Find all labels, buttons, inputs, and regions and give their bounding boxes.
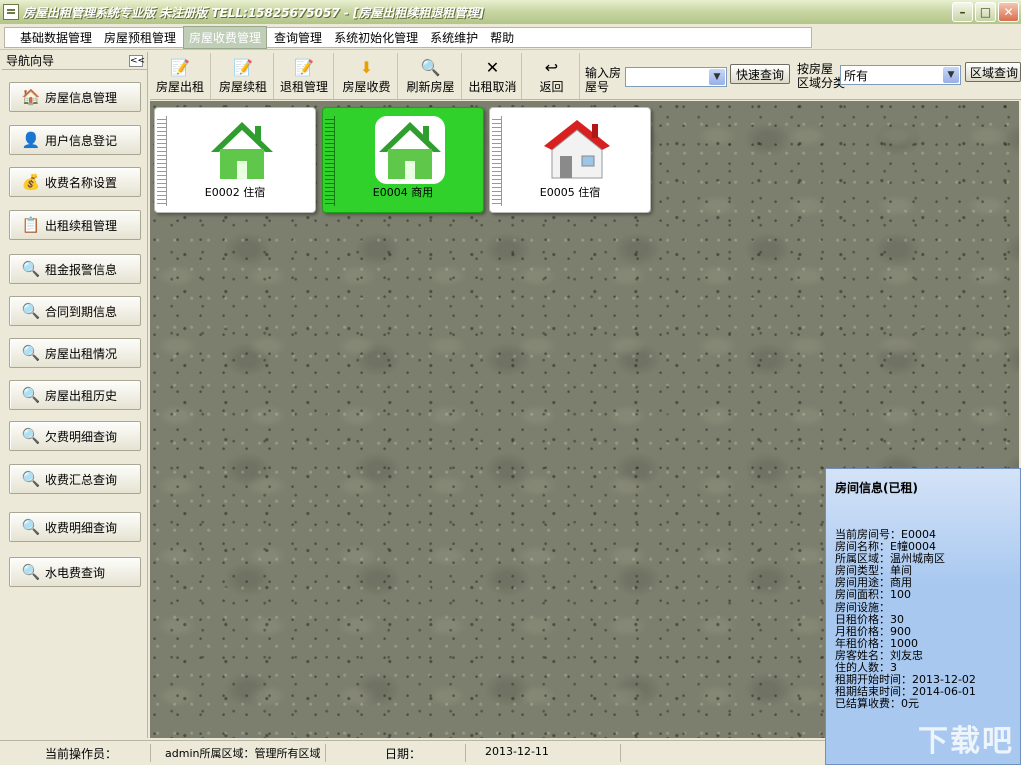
minimize-button[interactable]: – [952, 2, 973, 22]
room-info-title: 房间信息(已租) [835, 481, 918, 495]
menu-bar: 基础数据管理 房屋预租管理 房屋收费管理 查询管理 系统初始化管理 系统维护 帮… [0, 25, 1021, 50]
watermark: 下载吧 [918, 724, 1014, 759]
room-label: E0002 住宿 [204, 186, 266, 199]
nav-panel: 导航向导 << 🏠 房屋信息管理 👤 用户信息登记 💰 收费名称设置 📋 出租续租管理 … [2, 52, 148, 738]
green-house-icon [375, 116, 445, 184]
search-report-icon: 🔍 [21, 563, 41, 581]
nav-utility-query[interactable]: 🔍 水电费查询 [9, 557, 141, 587]
room-number-select[interactable]: ▼ [625, 67, 727, 87]
cancel-rent-button[interactable]: ✕ 出租取消 [464, 53, 522, 99]
room-card-selected[interactable]: E0004 商用 [322, 107, 484, 213]
search-report-icon: 🔍 [21, 260, 41, 278]
search-report-icon: 🔍 [21, 427, 41, 445]
search-report-icon: 🔍 [21, 518, 41, 536]
chevron-down-icon[interactable]: ▼ [709, 69, 725, 85]
date-label: 日期： [385, 747, 422, 761]
nav-fee-summary-query[interactable]: 🔍 收费汇总查询 [9, 464, 141, 494]
renew-icon: 📝 [233, 57, 253, 77]
title-bar: 房屋出租管理系统专业版 未注册版 TELL:15825675057 - [房屋出… [0, 0, 1021, 24]
rent-out-icon: 📝 [170, 57, 190, 77]
region-query-button[interactable]: 区域查询 [965, 62, 1021, 82]
search-report-icon: 🔍 [21, 302, 41, 320]
house-info-icon: 🏠 [21, 88, 41, 106]
search-report-icon: 🔍 [21, 470, 41, 488]
refresh-icon: 🔍 [420, 57, 441, 77]
renew-button[interactable]: 📝 房屋续租 [213, 53, 274, 99]
app-icon[interactable] [3, 4, 19, 20]
chevron-down-icon[interactable]: ▼ [943, 67, 959, 83]
rent-renew-icon: 📋 [21, 216, 41, 234]
red-roof-house-icon [544, 120, 610, 179]
close-icon: ✕ [1003, 5, 1014, 19]
menu-help[interactable]: 帮助 [485, 27, 519, 48]
maximize-button[interactable]: □ [975, 2, 996, 22]
menu-basic-data[interactable]: 基础数据管理 [15, 27, 97, 48]
minimize-icon: – [959, 5, 966, 19]
info-line: 房间面积：100 [835, 588, 911, 602]
nav-rental-history[interactable]: 🔍 房屋出租历史 [9, 380, 141, 410]
return-lease-button[interactable]: 📝 退租管理 [275, 53, 334, 99]
nav-user-register[interactable]: 👤 用户信息登记 [9, 125, 141, 155]
nav-house-info[interactable]: 🏠 房屋信息管理 [9, 82, 141, 112]
money-bag-icon: 💰 [21, 173, 41, 191]
nav-rental-status[interactable]: 🔍 房屋出租情况 [9, 338, 141, 368]
operator-value: admin所属区域：管理所有区域 [165, 747, 321, 760]
green-house-icon [207, 116, 277, 184]
room-label: E0005 住宿 [539, 186, 601, 199]
info-line: 日租价格：30 [835, 612, 904, 626]
search-report-icon: 🔍 [21, 344, 41, 362]
operator-label: 当前操作员： [45, 747, 118, 761]
room-card[interactable]: E0002 住宿 [154, 107, 316, 213]
menu-system-maintenance[interactable]: 系统维护 [425, 27, 483, 48]
cancel-x-icon: ✕ [485, 57, 500, 77]
return-icon: ↩ [544, 57, 559, 77]
nav-fee-name-settings[interactable]: 💰 收费名称设置 [9, 167, 141, 197]
region-select[interactable]: 所有 ▼ [840, 65, 961, 85]
search-report-icon: 🔍 [21, 386, 41, 404]
nav-rent-renew[interactable]: 📋 出租续租管理 [9, 210, 141, 240]
menu-system-init[interactable]: 系统初始化管理 [329, 27, 423, 48]
collect-fee-button[interactable]: ⬇ 房屋收费 [336, 53, 398, 99]
nav-title: 导航向导 [6, 54, 55, 68]
room-info-lines: 当前房间号：E0004 房间名称：E幢0004 所属区域：温州城南区 房间类型：… [835, 528, 976, 711]
maximize-icon: □ [979, 5, 992, 19]
nav-arrears-query[interactable]: 🔍 欠费明细查询 [9, 421, 141, 451]
menu-fee-management[interactable]: 房屋收费管理 [183, 26, 268, 49]
user-register-icon: 👤 [21, 131, 41, 149]
room-input-label: 输入房 屋号 [585, 66, 622, 94]
close-button[interactable]: ✕ [998, 2, 1019, 22]
nav-header: 导航向导 << [2, 52, 147, 70]
toolbar: 📝 房屋出租 📝 房屋续租 📝 退租管理 ⬇ 房屋收费 🔍 刷新房屋 ✕ 出租取消 ↩ 返回 … [150, 52, 1021, 100]
nav-fee-detail-query[interactable]: 🔍 收费明细查询 [9, 512, 141, 542]
quick-query-button[interactable]: 快速查询 [730, 64, 790, 84]
window-title: 房屋出租管理系统专业版 未注册版 TELL:15825675057 - [房屋出… [23, 5, 484, 20]
room-label: E0004 商用 [372, 186, 434, 199]
nav-collapse-button[interactable]: << [129, 54, 145, 67]
collect-fee-icon: ⬇ [359, 57, 374, 77]
region-label: 按房屋 区域分类 [797, 62, 846, 90]
info-line: 房间设施： [835, 600, 890, 614]
rent-out-button[interactable]: 📝 房屋出租 [150, 53, 211, 99]
return-button[interactable]: ↩ 返回 [524, 53, 580, 99]
return-lease-icon: 📝 [294, 57, 314, 77]
menu-pre-rent[interactable]: 房屋预租管理 [99, 27, 181, 48]
nav-rent-alert[interactable]: 🔍 租金报警信息 [9, 254, 141, 284]
room-card[interactable]: E0005 住宿 [489, 107, 651, 213]
menu-query[interactable]: 查询管理 [269, 27, 327, 48]
nav-contract-expiry[interactable]: 🔍 合同到期信息 [9, 296, 141, 326]
room-info-panel: 房间信息(已租) 当前房间号：E0004 房间名称：E幢0004 所属区域：温州… [825, 468, 1021, 765]
refresh-button[interactable]: 🔍 刷新房屋 [400, 53, 462, 99]
status-bar: 当前操作员： admin所属区域：管理所有区域 日期： 2013-12-11 [0, 740, 825, 765]
info-line: 已结算收费：0元 [835, 697, 919, 711]
date-value: 2013-12-11 [485, 745, 549, 758]
